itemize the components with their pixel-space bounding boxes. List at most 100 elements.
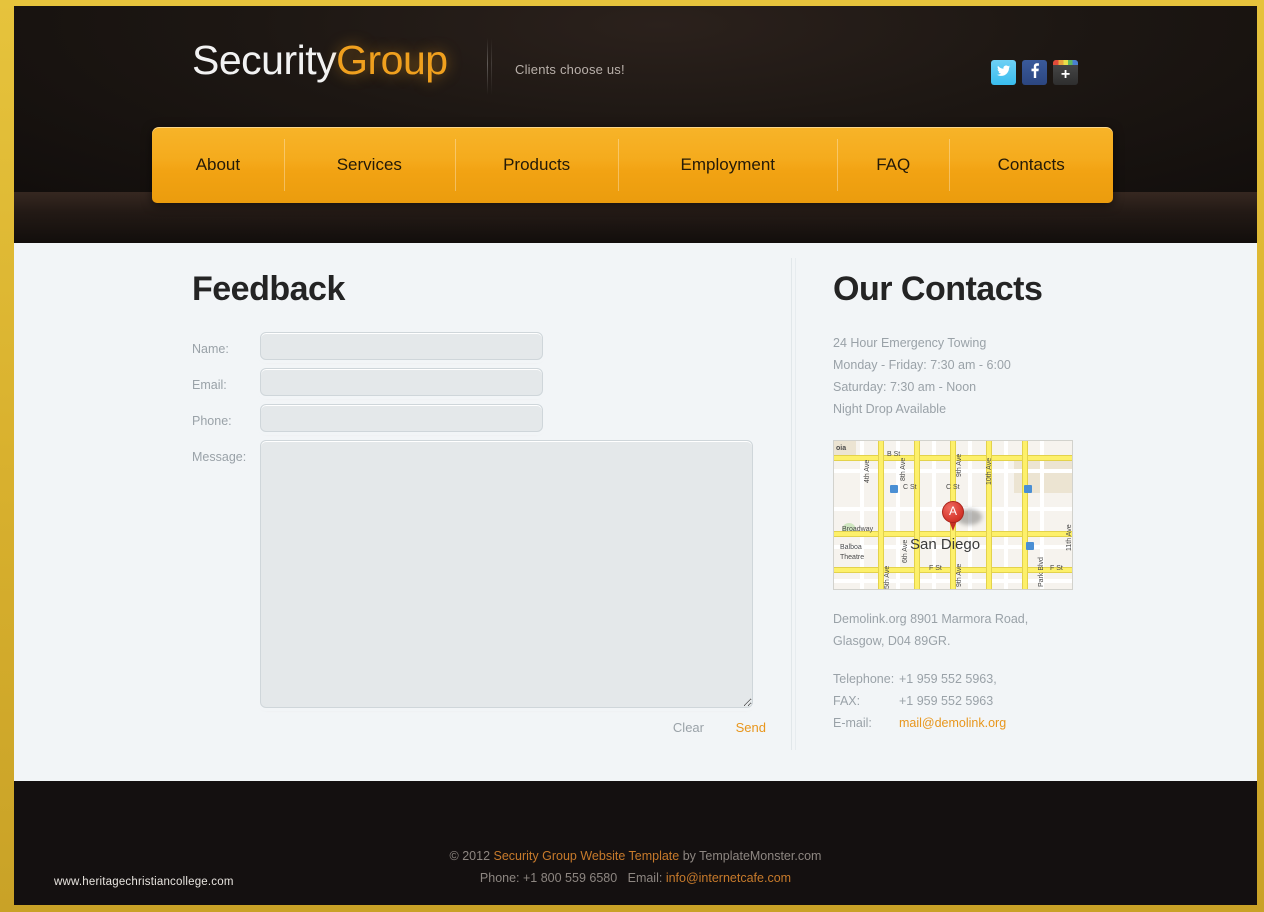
phone-input[interactable] (260, 404, 543, 433)
facebook-glyph (1031, 63, 1039, 82)
plus-glyph: + (1060, 65, 1071, 83)
hours-line: Night Drop Available (833, 402, 947, 417)
footer-email-label: Email: (627, 871, 666, 885)
clear-button[interactable]: Clear (673, 720, 704, 735)
logo-accent: Group (336, 37, 448, 83)
email-label: E-mail: (833, 716, 872, 731)
nav-item-faq[interactable]: FAQ (837, 127, 949, 203)
map-label: 9th Ave (956, 564, 963, 588)
footer-text: © 2012 Security Group Website Template b… (14, 781, 1257, 889)
map-label: C St (903, 484, 917, 492)
fax-value: +1 959 552 5963 (899, 694, 994, 709)
pin-letter: A (948, 504, 957, 519)
phone-label: Phone: (192, 414, 232, 429)
map-label: 11th Ave (1066, 524, 1073, 552)
name-input[interactable] (260, 332, 543, 361)
nav-item-contacts[interactable]: Contacts (949, 127, 1113, 203)
logo-text: SecurityGroup (192, 40, 448, 81)
map-label: 4th Ave (864, 460, 871, 484)
map-label: oia (836, 445, 847, 453)
twitter-glyph (996, 65, 1011, 81)
map-label: F St (929, 565, 942, 573)
site-logo[interactable]: SecurityGroup (192, 40, 448, 81)
nav-item-employment[interactable]: Employment (618, 127, 837, 203)
site-header: SecurityGroup Clients choose us! + About… (14, 6, 1257, 243)
email-input[interactable] (260, 368, 543, 397)
logo-divider-secondary (491, 38, 492, 95)
google-plus-color-strip (1053, 60, 1078, 65)
telephone-value: +1 959 552 5963, (899, 672, 997, 687)
logo-divider (487, 38, 488, 95)
site-footer: © 2012 Security Group Website Template b… (14, 781, 1257, 905)
copyright-suffix: by TemplateMonster.com (679, 849, 822, 863)
form-row-email: Email: (192, 368, 772, 397)
map-label: C St (946, 484, 960, 492)
email-label: Email: (192, 378, 227, 393)
map-label: 10th Ave (986, 458, 993, 486)
column-divider (791, 258, 792, 750)
contact-address: Demolink.org 8901 Marmora Road, Glasgow,… (833, 608, 1133, 652)
main-content: Feedback Name: Email: Phone: Message: Cl… (14, 243, 1257, 781)
page-frame: SecurityGroup Clients choose us! + About… (0, 0, 1264, 912)
contact-row-telephone: Telephone: +1 959 552 5963, (833, 668, 1133, 690)
message-label: Message: (192, 450, 247, 465)
logo-primary: Security (192, 37, 337, 83)
feedback-title: Feedback (192, 270, 345, 308)
map-label: Theatre (840, 554, 865, 562)
feedback-column: Feedback Name: Email: Phone: Message: Cl… (192, 243, 772, 735)
feedback-form: Name: Email: Phone: Message: Clear Send (192, 332, 772, 735)
template-link[interactable]: Security Group Website Template (494, 849, 680, 863)
map-label: 6th Ave (902, 540, 909, 564)
facebook-icon[interactable] (1022, 60, 1047, 85)
nav-item-about[interactable]: About (152, 127, 284, 203)
address-line: Glasgow, D04 89GR. (833, 634, 951, 649)
footer-email-link[interactable]: info@internetcafe.com (666, 871, 791, 885)
map-poi-icon (1024, 485, 1032, 494)
fax-label: FAX: (833, 694, 861, 709)
contacts-title: Our Contacts (833, 270, 1043, 308)
contacts-column: Our Contacts 24 Hour Emergency Towing Mo… (833, 243, 1133, 734)
nav-item-products[interactable]: Products (454, 127, 619, 203)
map-marker-pin[interactable]: A (942, 501, 964, 532)
social-links: + (991, 60, 1078, 85)
footer-phone: Phone: +1 800 559 6580 (479, 871, 618, 885)
nav-item-services[interactable]: Services (283, 127, 455, 203)
map-label: 8th Ave (900, 458, 907, 482)
twitter-icon[interactable] (991, 60, 1016, 85)
main-navigation: About Services Products Employment FAQ C… (152, 127, 1113, 203)
copyright-prefix: © 2012 (449, 849, 494, 863)
contact-row-email: E-mail: mail@demolink.org (833, 712, 1133, 734)
map-poi-icon (1026, 542, 1034, 551)
map-label: 9th Ave (956, 454, 963, 478)
address-line: Demolink.org 8901 Marmora Road, (833, 612, 1029, 627)
location-map[interactable]: oia B St C St C St Broadway Balboa Theat… (833, 440, 1073, 591)
map-label: Broadway (842, 526, 874, 534)
contact-details: Telephone: +1 959 552 5963, FAX: +1 959 … (833, 668, 1133, 734)
name-label: Name: (192, 342, 229, 357)
message-textarea[interactable] (260, 440, 753, 709)
map-label: Park Blvd (1038, 557, 1045, 588)
telephone-label: Telephone: (833, 672, 895, 687)
form-actions: Clear Send (192, 720, 766, 735)
site-tagline: Clients choose us! (515, 62, 625, 77)
google-plus-icon[interactable]: + (1053, 60, 1078, 85)
form-row-phone: Phone: (192, 404, 772, 433)
email-link[interactable]: mail@demolink.org (899, 712, 1006, 734)
map-label: 5th Ave (884, 566, 891, 590)
footer-copyright: © 2012 Security Group Website Template b… (14, 845, 1257, 867)
map-label: F St (1050, 565, 1063, 573)
map-label: Balboa (840, 544, 862, 552)
map-poi-icon (890, 485, 898, 494)
map-city-label: San Diego (910, 536, 981, 554)
contact-row-fax: FAX: +1 959 552 5963 (833, 690, 1133, 712)
contact-hours: 24 Hour Emergency Towing Monday - Friday… (833, 332, 1133, 420)
form-row-message: Message: (192, 440, 772, 709)
column-divider-secondary (795, 258, 796, 750)
form-row-name: Name: (192, 332, 772, 361)
hours-line: Monday - Friday: 7:30 am - 6:00 (833, 358, 1011, 373)
hours-line: Saturday: 7:30 am - Noon (833, 380, 977, 395)
send-button[interactable]: Send (736, 720, 766, 735)
watermark: www.heritagechristiancollege.com (54, 876, 234, 888)
hours-line: 24 Hour Emergency Towing (833, 336, 987, 351)
page-inner: SecurityGroup Clients choose us! + About… (14, 6, 1257, 905)
